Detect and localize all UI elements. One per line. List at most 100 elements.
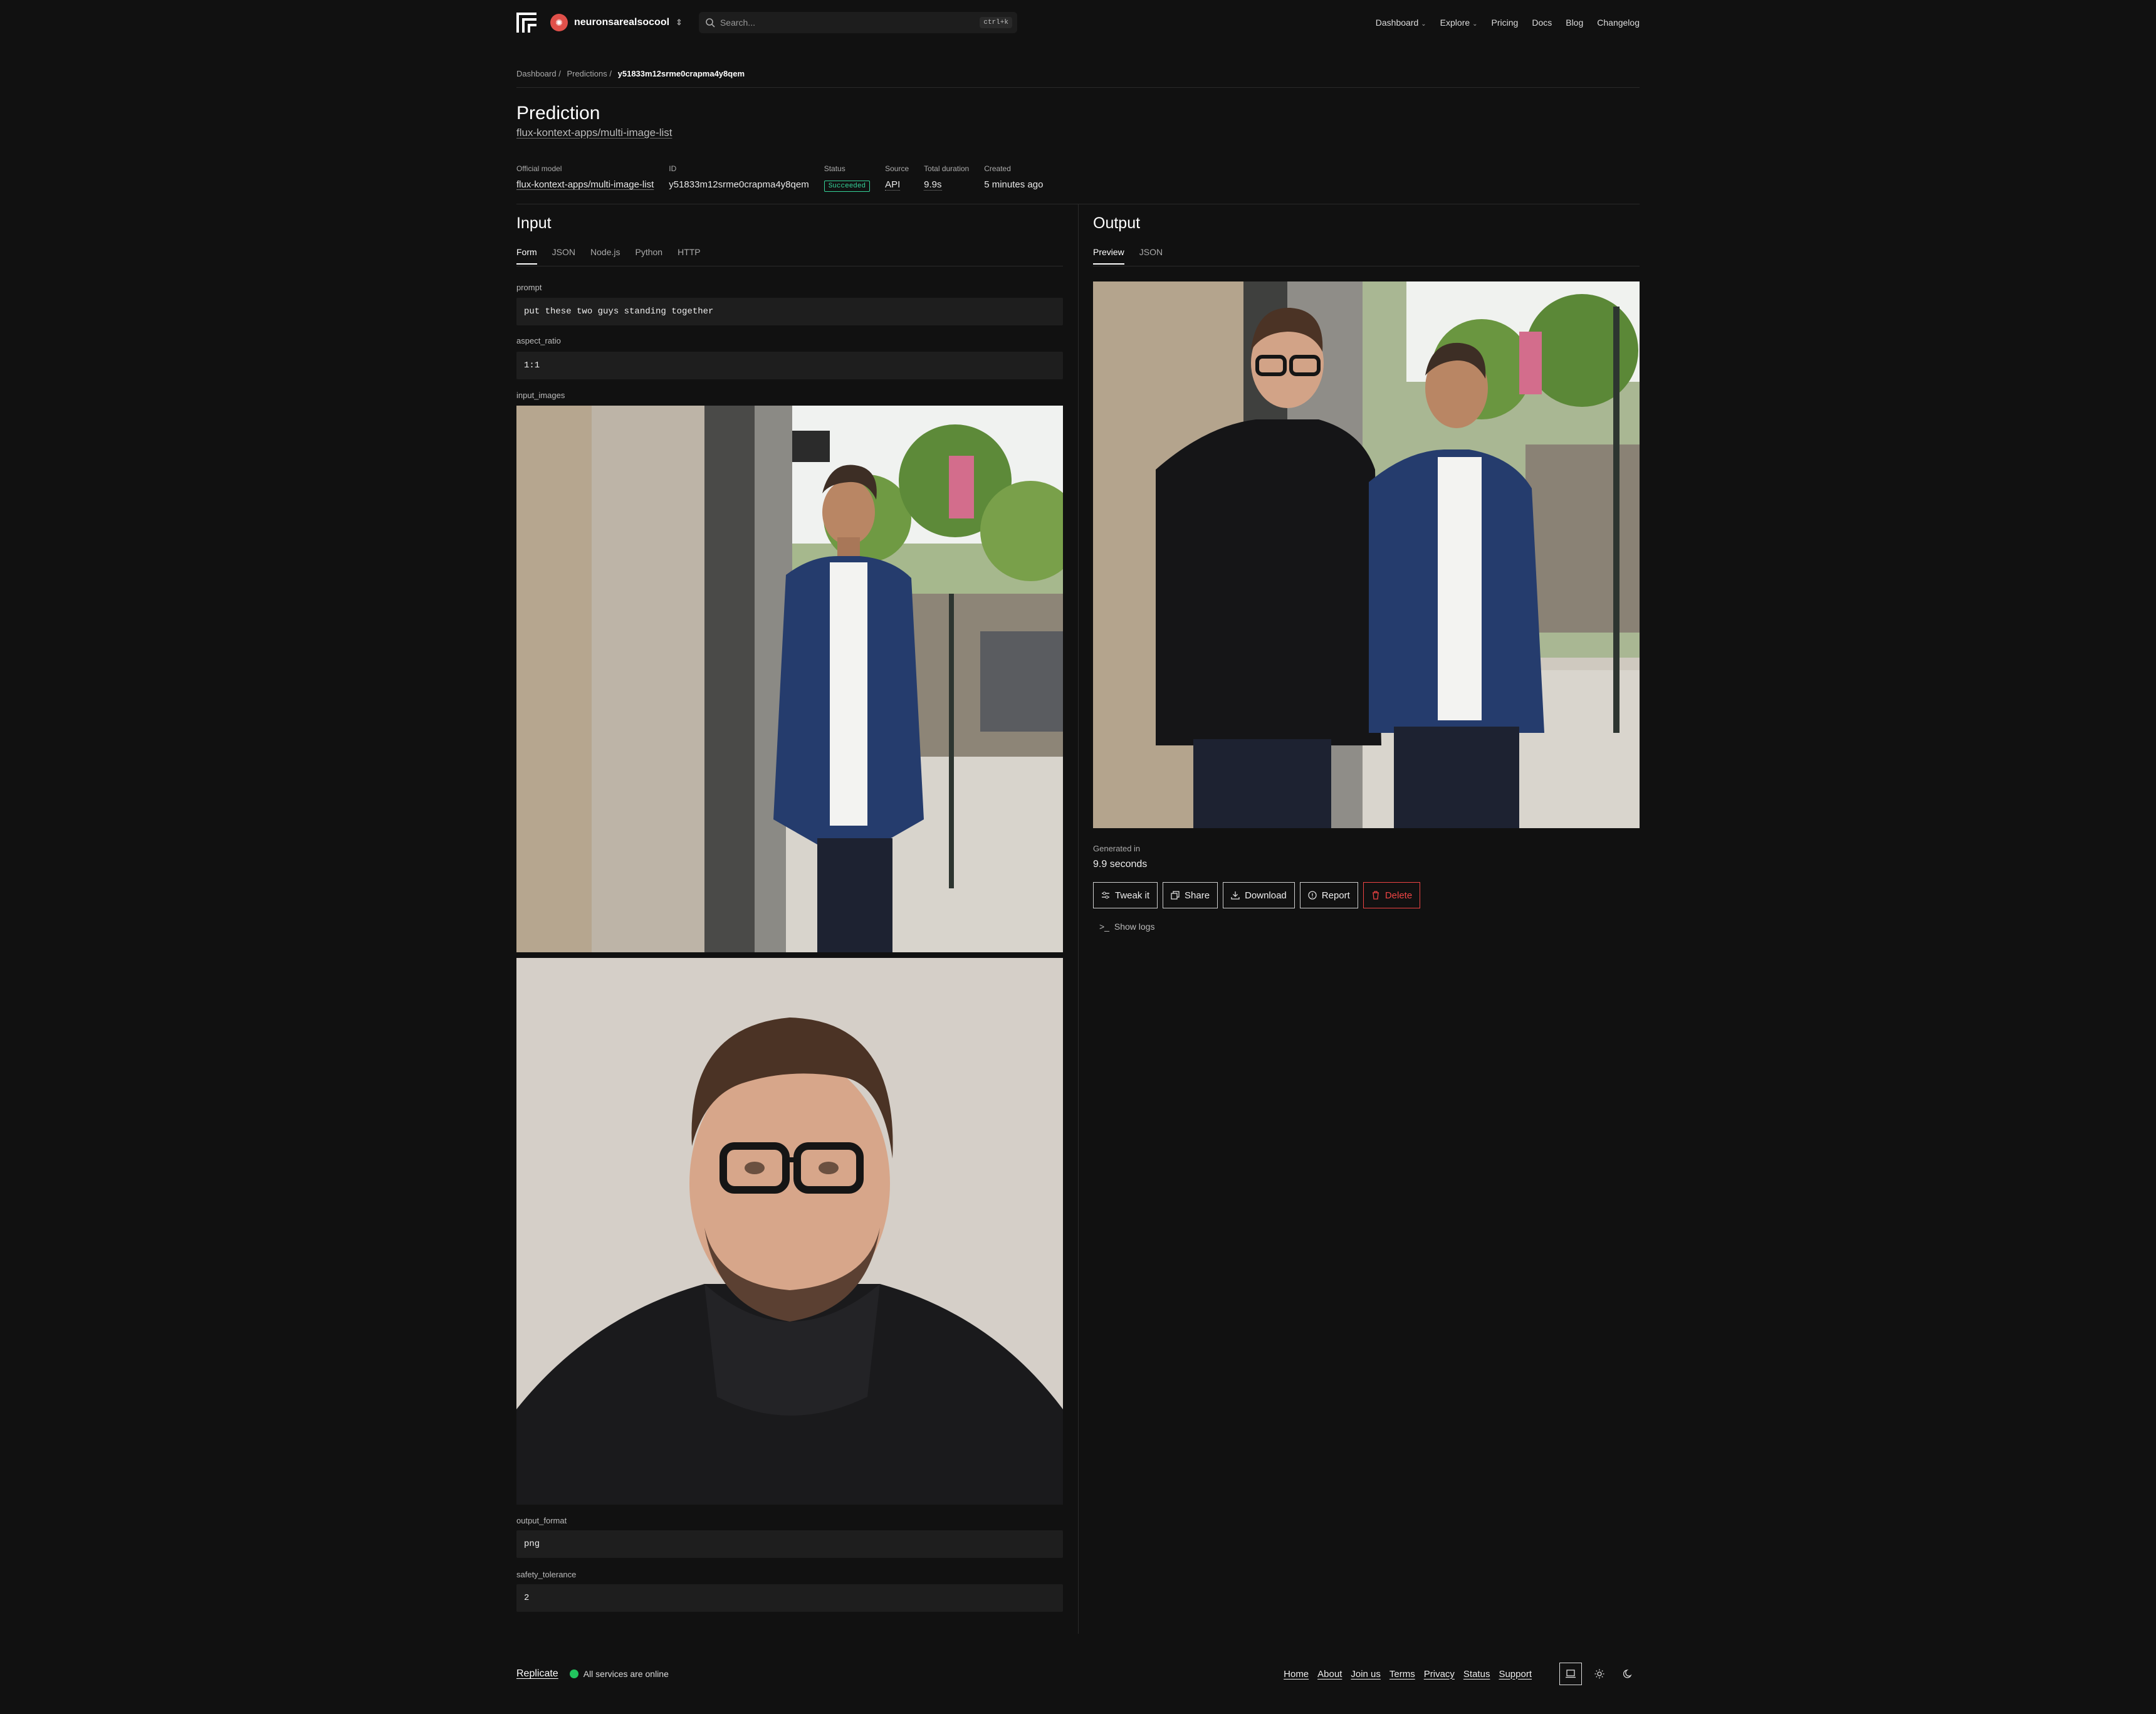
search-icon — [706, 18, 715, 28]
meta-source: Source API — [885, 164, 909, 192]
duration-value: 9.9s — [924, 179, 942, 191]
copy-icon — [1171, 891, 1180, 900]
tab-output-json[interactable]: JSON — [1139, 247, 1163, 265]
terminal-icon: >_ — [1099, 922, 1109, 932]
delete-button[interactable]: Delete — [1363, 882, 1421, 908]
footer-link-status[interactable]: Status — [1463, 1669, 1490, 1680]
account-switcher[interactable]: ✺ neuronsarealsocool ⇕ — [550, 14, 683, 31]
tab-nodejs[interactable]: Node.js — [590, 247, 620, 265]
search-shortcut: ctrl+k — [980, 17, 1012, 28]
meta-duration: Total duration 9.9s — [924, 164, 969, 192]
chevron-updown-icon: ⇕ — [676, 18, 683, 27]
footer-links: Home About Join us Terms Privacy Status … — [1284, 1669, 1532, 1680]
search-input[interactable]: Search... ctrl+k — [698, 12, 1017, 33]
tweak-label: Tweak it — [1115, 890, 1150, 901]
download-label: Download — [1245, 890, 1287, 901]
footer-link-terms[interactable]: Terms — [1389, 1669, 1415, 1680]
theme-switcher — [1559, 1663, 1640, 1685]
prompt-value: put these two guys standing together — [524, 307, 714, 317]
delete-label: Delete — [1384, 890, 1413, 901]
footer: Replicate All services are online Home A… — [516, 1661, 1640, 1686]
nav-dashboard-label: Dashboard — [1375, 18, 1419, 28]
input-image-street[interactable] — [516, 406, 1063, 952]
divider — [516, 87, 1640, 88]
meta-created: Created 5 minutes ago — [984, 164, 1043, 192]
footer-link-home[interactable]: Home — [1284, 1669, 1309, 1680]
input-image-portrait[interactable] — [516, 958, 1063, 1505]
footer-link-about[interactable]: About — [1317, 1669, 1342, 1680]
meta-label: Created — [984, 164, 1011, 173]
nav-docs[interactable]: Docs — [1532, 18, 1552, 28]
light-theme-button[interactable] — [1588, 1663, 1611, 1685]
status-dot-icon — [569, 1669, 578, 1678]
nav-changelog[interactable]: Changelog — [1597, 18, 1640, 28]
footer-link-join-us[interactable]: Join us — [1351, 1669, 1381, 1680]
source-value: API — [885, 179, 901, 191]
avatar: ✺ — [550, 14, 568, 31]
input-title: Input — [516, 214, 552, 232]
chevron-down-icon: ⌄ — [1472, 21, 1478, 28]
meta-official-model: Official model flux-kontext-apps/multi-i… — [516, 164, 654, 192]
output-image[interactable] — [1093, 281, 1640, 828]
nav-blog[interactable]: Blog — [1566, 18, 1583, 28]
dark-theme-button[interactable] — [1617, 1663, 1640, 1685]
breadcrumb: Dashboard / Predictions / y51833m12srme0… — [516, 69, 745, 78]
input-tabs: Form JSON Node.js Python HTTP — [516, 247, 701, 265]
share-label: Share — [1185, 890, 1210, 901]
prompt-field[interactable]: put these two guys standing together — [516, 298, 1063, 325]
portrait-photo-illustration — [516, 958, 1063, 1505]
footer-brand-link[interactable]: Replicate — [516, 1668, 558, 1680]
safety-tolerance-value: 2 — [524, 1593, 530, 1603]
generated-in-value: 9.9 seconds — [1093, 859, 1148, 870]
tab-form[interactable]: Form — [516, 247, 537, 265]
laptop-icon — [1566, 1669, 1576, 1678]
tab-http[interactable]: HTTP — [678, 247, 701, 265]
breadcrumb-predictions[interactable]: Predictions / — [567, 69, 612, 78]
model-link[interactable]: flux-kontext-apps/multi-image-list — [516, 127, 672, 139]
prompt-label: prompt — [516, 283, 542, 292]
meta-id: ID y51833m12srme0crapma4y8qem — [669, 164, 808, 192]
tab-preview[interactable]: Preview — [1093, 247, 1124, 265]
footer-link-privacy[interactable]: Privacy — [1424, 1669, 1455, 1680]
safety-tolerance-field[interactable]: 2 — [516, 1584, 1063, 1612]
nav-dashboard[interactable]: Dashboard ⌄ — [1376, 18, 1426, 28]
moon-icon — [1623, 1669, 1632, 1678]
meta-label: Total duration — [924, 164, 970, 173]
main-nav: Dashboard ⌄ Explore ⌄ Pricing Docs Blog Ch… — [1376, 18, 1640, 28]
nav-pricing[interactable]: Pricing — [1492, 18, 1519, 28]
street-photo-illustration — [516, 406, 1063, 952]
meta-label: Source — [885, 164, 909, 173]
system-theme-button[interactable] — [1559, 1663, 1582, 1685]
aspect-ratio-value: 1:1 — [524, 360, 540, 371]
tweak-button[interactable]: Tweak it — [1093, 882, 1158, 908]
output-title: Output — [1093, 214, 1141, 232]
account-name: neuronsarealsocool — [574, 17, 670, 28]
safety-tolerance-label: safety_tolerance — [516, 1570, 577, 1579]
footer-link-support[interactable]: Support — [1499, 1669, 1532, 1680]
nav-explore[interactable]: Explore ⌄ — [1440, 18, 1478, 28]
aspect-ratio-field[interactable]: 1:1 — [516, 352, 1063, 379]
sun-icon — [1594, 1669, 1604, 1679]
tab-json[interactable]: JSON — [552, 247, 575, 265]
output-format-value: png — [524, 1539, 540, 1549]
output-format-field[interactable]: png — [516, 1530, 1063, 1558]
nav-explore-label: Explore — [1440, 18, 1470, 28]
share-button[interactable]: Share — [1163, 882, 1218, 908]
report-button[interactable]: Report — [1299, 882, 1358, 908]
column-divider — [1078, 204, 1079, 1634]
created-value: 5 minutes ago — [984, 179, 1044, 190]
sliders-icon — [1102, 891, 1109, 899]
show-logs-toggle[interactable]: >_ Show logs — [1099, 922, 1154, 932]
official-model-link[interactable]: flux-kontext-apps/multi-image-list — [516, 179, 654, 190]
prediction-id: y51833m12srme0crapma4y8qem — [669, 179, 809, 190]
tab-python[interactable]: Python — [635, 247, 662, 265]
prediction-meta: Official model flux-kontext-apps/multi-i… — [516, 164, 1043, 192]
download-button[interactable]: Download — [1223, 882, 1295, 908]
breadcrumb-dashboard[interactable]: Dashboard / — [516, 69, 561, 78]
search-placeholder: Search... — [720, 18, 755, 28]
alert-circle-icon — [1308, 891, 1317, 900]
service-status-label: All services are online — [583, 1669, 669, 1679]
output-actions: Tweak it Share Download Report Delete — [1093, 882, 1421, 908]
service-status[interactable]: All services are online — [569, 1669, 669, 1679]
replicate-logo-icon[interactable] — [516, 13, 536, 33]
